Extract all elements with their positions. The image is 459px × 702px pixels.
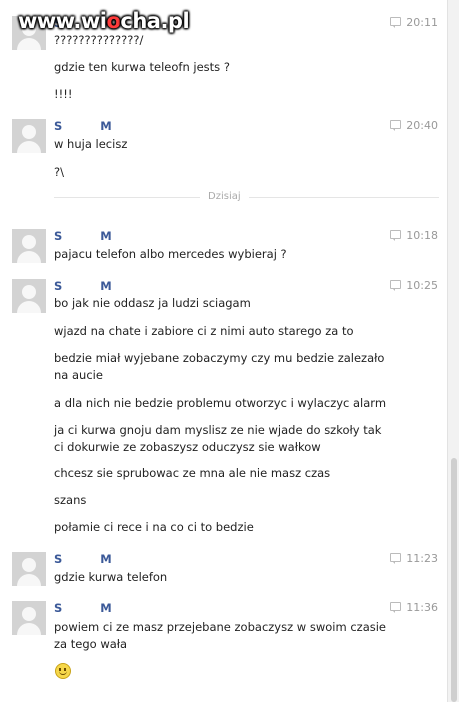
- avatar[interactable]: [12, 552, 46, 586]
- message-text: ci dokurwie ze zobaszysz oduczysz sie wa…: [54, 440, 321, 454]
- message-source-icon: [390, 602, 402, 613]
- avatar[interactable]: [12, 229, 46, 263]
- message-source-icon: [390, 280, 402, 291]
- message-text: chcesz sie sprubowac ze mna ale nie masz…: [54, 466, 331, 480]
- message-text: wjazd na chate i zabiore ci z nimi auto …: [54, 324, 354, 338]
- message-text: a dla nich nie bedzie problemu otworzyc …: [54, 396, 387, 410]
- message-source-icon: [390, 17, 402, 28]
- message-text: połamie ci rece i na co ci to bedzie: [54, 520, 254, 534]
- message-text: pajacu telefon albo mercedes wybieraj ?: [54, 247, 287, 261]
- message-text: ??????????????/: [54, 33, 144, 47]
- avatar[interactable]: [12, 279, 46, 313]
- sender-name[interactable]: SM: [54, 229, 112, 243]
- avatar[interactable]: [12, 601, 46, 635]
- message-text: bedzie miał wyjebane zobaczymy czy mu be…: [54, 351, 385, 365]
- message-text: gdzie kurwa telefon: [54, 570, 168, 584]
- message-text: ?\: [54, 165, 64, 179]
- message-text: w huja lecisz: [54, 137, 128, 151]
- scrollbar[interactable]: [447, 0, 459, 702]
- message-text: bo jak nie oddasz ja ludzi sciagam: [54, 296, 251, 310]
- message-thread: SM 20:11 ??????????????/ gdzie ten kurwa…: [0, 0, 448, 702]
- message-timestamp: 10:25: [390, 279, 438, 293]
- day-divider-label: Dzisiaj: [200, 190, 249, 204]
- sender-name[interactable]: SM: [54, 119, 112, 133]
- message-text: szans: [54, 493, 87, 507]
- scrollbar-thumb[interactable]: [451, 458, 457, 702]
- message-timestamp: 20:11: [390, 16, 438, 30]
- smiley-icon: [55, 663, 71, 679]
- message-text: gdzie ten kurwa teleofn jests ?: [54, 60, 230, 74]
- sender-name[interactable]: SM: [54, 552, 112, 566]
- sender-name[interactable]: SM: [54, 601, 112, 615]
- message-timestamp: 20:40: [390, 119, 438, 133]
- avatar[interactable]: [12, 119, 46, 153]
- message-source-icon: [390, 230, 402, 241]
- message-text: na aucie: [54, 368, 103, 382]
- message-timestamp: 11:23: [390, 552, 438, 566]
- sender-name[interactable]: SM: [54, 279, 112, 293]
- message-source-icon: [390, 120, 402, 131]
- message-text: powiem ci ze masz przejebane zobaczysz w…: [54, 620, 387, 634]
- message-text: za tego wała: [54, 637, 128, 651]
- message-text: ja ci kurwa gnoju dam myslisz ze nie wja…: [54, 423, 382, 437]
- message-source-icon: [390, 553, 402, 564]
- watermark-logo: www.wiocha.pl: [18, 9, 190, 33]
- message-timestamp: 11:36: [390, 601, 438, 615]
- message-text: !!!!: [54, 87, 73, 101]
- message-timestamp: 10:18: [390, 229, 438, 243]
